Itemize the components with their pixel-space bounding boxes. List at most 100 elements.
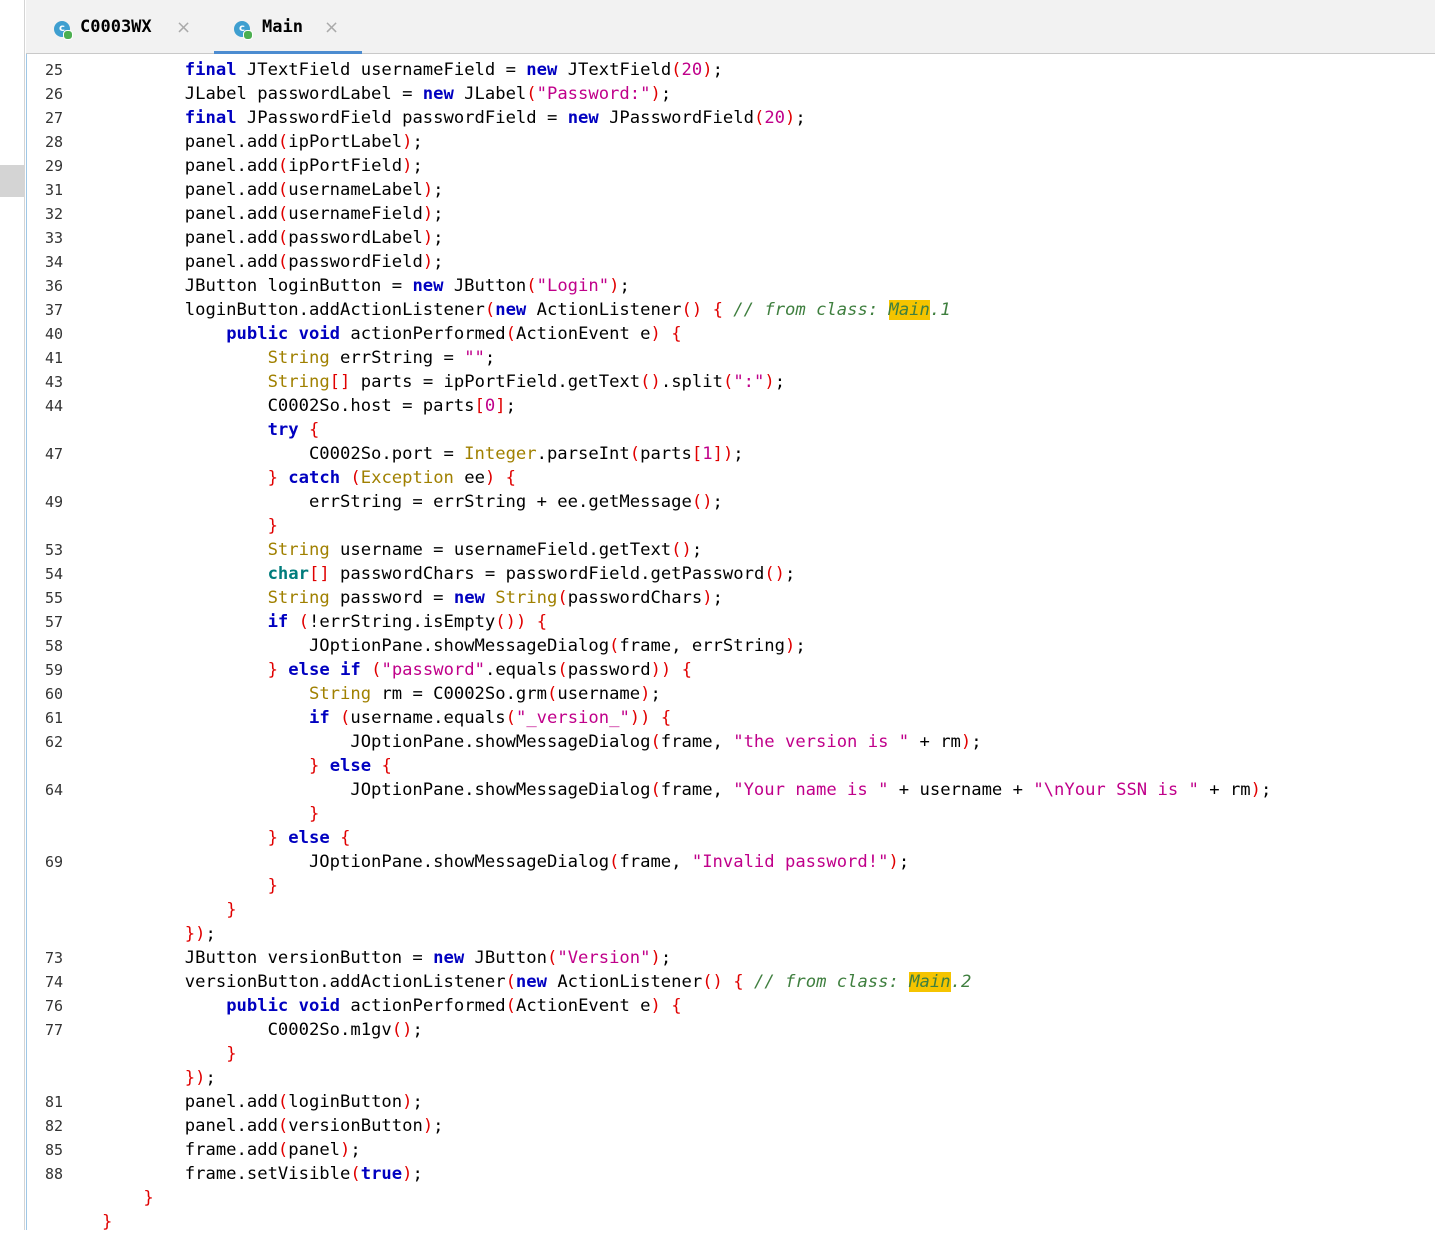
line-number: 26	[45, 85, 64, 103]
code-line[interactable]: 85 frame.add(panel);	[27, 1138, 1435, 1162]
code-line[interactable]: }	[27, 1210, 1435, 1234]
code-line[interactable]: 81 panel.add(loginButton);	[27, 1090, 1435, 1114]
code-text: } else {	[308, 756, 392, 776]
code-text: C0002So.host = parts[0];	[102, 396, 516, 416]
code-line[interactable]: 77 C0002So.m1gv();	[27, 1018, 1435, 1042]
code-line[interactable]: 53 String username = usernameField.getTe…	[27, 538, 1435, 562]
code-line[interactable]: 43 String[] parts = ipPortField.getText(…	[27, 370, 1435, 394]
code-text: final JPasswordField passwordField = new…	[184, 108, 806, 128]
code-text: frame.add(panel);	[102, 1140, 361, 1160]
code-editor[interactable]: 25 final JTextField usernameField = new …	[26, 54, 1435, 1232]
code-line[interactable]: 34 panel.add(passwordField);	[27, 250, 1435, 274]
close-icon[interactable]: ×	[324, 18, 339, 38]
code-line[interactable]: 36 JButton loginButton = new JButton("Lo…	[27, 274, 1435, 298]
line-number: 81	[45, 1093, 64, 1111]
code-lines: 25 final JTextField usernameField = new …	[27, 58, 1435, 1234]
code-text: C0002So.m1gv();	[102, 1020, 423, 1040]
code-line[interactable]: 37 loginButton.addActionListener(new Act…	[27, 298, 1435, 322]
line-number: 54	[45, 565, 64, 583]
code-line[interactable]: }	[27, 514, 1435, 538]
code-line[interactable]: 49 errString = errString + ee.getMessage…	[27, 490, 1435, 514]
code-text: char[] passwordChars = passwordField.get…	[267, 564, 796, 584]
code-line[interactable]: 29 panel.add(ipPortField);	[27, 154, 1435, 178]
code-line[interactable]: 69 JOptionPane.showMessageDialog(frame, …	[27, 850, 1435, 874]
line-number: 36	[45, 277, 64, 295]
code-text: frame.setVisible(true);	[102, 1164, 423, 1184]
close-icon[interactable]: ×	[176, 18, 191, 38]
line-number: 53	[45, 541, 64, 559]
code-line[interactable]: }	[27, 1186, 1435, 1210]
code-line[interactable]: 60 String rm = C0002So.grm(username);	[27, 682, 1435, 706]
code-line[interactable]: } else {	[27, 754, 1435, 778]
code-line[interactable]: }	[27, 874, 1435, 898]
code-text: JButton loginButton = new JButton("Login…	[102, 276, 630, 296]
code-text: } catch (Exception ee) {	[267, 468, 517, 488]
code-line[interactable]: } else {	[27, 826, 1435, 850]
code-line[interactable]: }	[27, 1042, 1435, 1066]
code-line[interactable]: }	[27, 898, 1435, 922]
line-number: 49	[45, 493, 64, 511]
code-text: });	[184, 1068, 216, 1088]
code-line[interactable]: 64 JOptionPane.showMessageDialog(frame, …	[27, 778, 1435, 802]
line-number: 27	[45, 109, 64, 127]
code-line[interactable]: 32 panel.add(usernameField);	[27, 202, 1435, 226]
line-number: 33	[45, 229, 64, 247]
tab-c0003wx[interactable]: c C0003WX ×	[52, 0, 202, 54]
code-text: panel.add(passwordField);	[102, 252, 444, 272]
line-number: 77	[45, 1021, 64, 1039]
code-line[interactable]: 41 String errString = "";	[27, 346, 1435, 370]
code-line[interactable]: });	[27, 922, 1435, 946]
code-line[interactable]: 28 panel.add(ipPortLabel);	[27, 130, 1435, 154]
code-line[interactable]: 47 C0002So.port = Integer.parseInt(parts…	[27, 442, 1435, 466]
code-text: JOptionPane.showMessageDialog(frame, err…	[102, 636, 806, 656]
code-text: }	[308, 804, 320, 824]
tool-strip-marker[interactable]	[0, 165, 24, 197]
code-line[interactable]: 57 if (!errString.isEmpty()) {	[27, 610, 1435, 634]
code-line[interactable]: 88 frame.setVisible(true);	[27, 1162, 1435, 1186]
code-text: C0002So.port = Integer.parseInt(parts[1]…	[102, 444, 744, 464]
line-number: 61	[45, 709, 64, 727]
line-number: 28	[45, 133, 64, 151]
code-text: JOptionPane.showMessageDialog(frame, "th…	[102, 732, 982, 752]
code-line[interactable]: 26 JLabel passwordLabel = new JLabel("Pa…	[27, 82, 1435, 106]
code-text: String errString = "";	[267, 348, 496, 368]
code-line[interactable]: 33 panel.add(passwordLabel);	[27, 226, 1435, 250]
code-line[interactable]: });	[27, 1066, 1435, 1090]
code-line[interactable]: 54 char[] passwordChars = passwordField.…	[27, 562, 1435, 586]
code-line[interactable]: 25 final JTextField usernameField = new …	[27, 58, 1435, 82]
code-text: final JTextField usernameField = new JTe…	[184, 60, 723, 80]
code-text: } else {	[267, 828, 351, 848]
line-number: 41	[45, 349, 64, 367]
tab-main[interactable]: c Main ×	[214, 0, 362, 55]
line-number: 88	[45, 1165, 64, 1183]
code-text: JOptionPane.showMessageDialog(frame, "Yo…	[102, 780, 1272, 800]
code-text: }	[226, 1044, 237, 1064]
line-number: 47	[45, 445, 64, 463]
line-number: 62	[45, 733, 64, 751]
code-line[interactable]: 62 JOptionPane.showMessageDialog(frame, …	[27, 730, 1435, 754]
line-number: 40	[45, 325, 64, 343]
code-line[interactable]: 61 if (username.equals("_version_")) {	[27, 706, 1435, 730]
tab-label: C0003WX	[80, 17, 152, 37]
code-line[interactable]: 58 JOptionPane.showMessageDialog(frame, …	[27, 634, 1435, 658]
code-line[interactable]: 74 versionButton.addActionListener(new A…	[27, 970, 1435, 994]
code-line[interactable]: }	[27, 802, 1435, 826]
code-line[interactable]: 76 public void actionPerformed(ActionEve…	[27, 994, 1435, 1018]
code-line[interactable]: 40 public void actionPerformed(ActionEve…	[27, 322, 1435, 346]
java-class-icon: c	[234, 21, 253, 40]
code-line[interactable]: } catch (Exception ee) {	[27, 466, 1435, 490]
code-line[interactable]: 44 C0002So.host = parts[0];	[27, 394, 1435, 418]
code-text: panel.add(ipPortField);	[102, 156, 423, 176]
line-number: 37	[45, 301, 64, 319]
code-line[interactable]: 73 JButton versionButton = new JButton("…	[27, 946, 1435, 970]
code-line[interactable]: 31 panel.add(usernameLabel);	[27, 178, 1435, 202]
code-line[interactable]: 82 panel.add(versionButton);	[27, 1114, 1435, 1138]
editor-tab-bar: c C0003WX × c Main ×	[26, 0, 1435, 55]
code-text: JButton versionButton = new JButton("Ver…	[102, 948, 672, 968]
code-line[interactable]: 27 final JPasswordField passwordField = …	[27, 106, 1435, 130]
code-line[interactable]: 59 } else if ("password".equals(password…	[27, 658, 1435, 682]
line-number: 29	[45, 157, 64, 175]
code-line[interactable]: 55 String password = new String(password…	[27, 586, 1435, 610]
line-number: 43	[45, 373, 64, 391]
code-line[interactable]: try {	[27, 418, 1435, 442]
